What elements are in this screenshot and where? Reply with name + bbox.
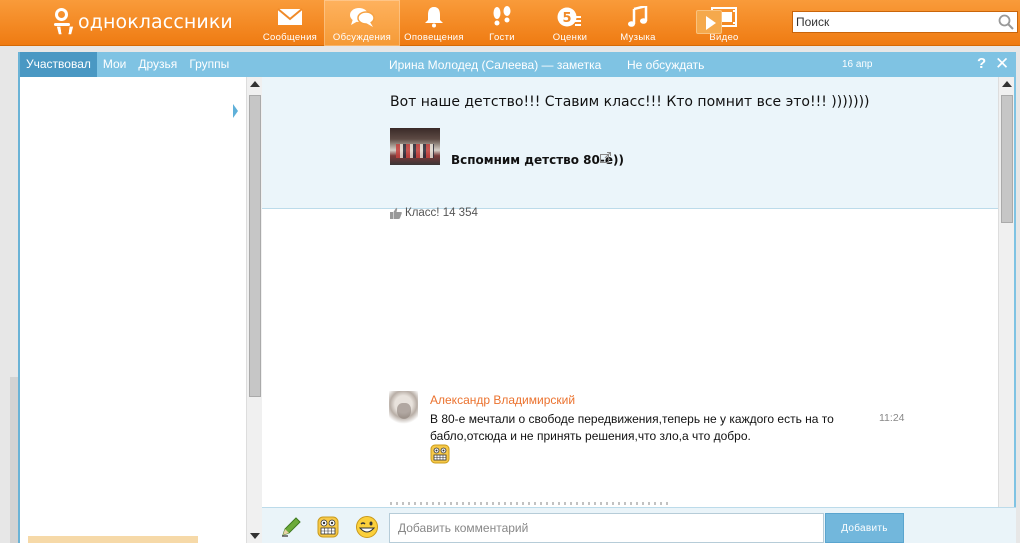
post-text: Вот наше детство!!! Ставим класс!!! Кто … <box>390 94 870 110</box>
discussion-panel: Ирина Молодед (Салеева) — заметка Не обс… <box>262 52 1016 543</box>
chat-bubbles-icon <box>349 6 375 28</box>
topic-post: Вот наше детство!!! Ставим класс!!! Кто … <box>262 77 998 219</box>
discussion-date: 16 апр <box>842 59 873 70</box>
tab-groups[interactable]: Группы <box>183 52 235 77</box>
help-icon[interactable]: ? <box>977 55 986 72</box>
nav-label: Сообщения <box>262 32 318 43</box>
ratings-icon: 5 <box>557 6 583 28</box>
nav-label: Гости <box>489 32 515 43</box>
envelope-icon <box>277 6 303 28</box>
footprints-icon <box>489 6 515 28</box>
nav-messages[interactable]: Сообщения <box>256 0 324 46</box>
nav-guests[interactable]: Гости <box>468 0 536 46</box>
pencil-tool[interactable] <box>278 514 304 540</box>
pencil-icon <box>282 517 301 537</box>
search-box <box>792 11 1018 33</box>
nav-music[interactable]: Музыка <box>604 0 672 46</box>
discussion-scrollbar[interactable] <box>998 77 1014 532</box>
main-nav: Сообщения Обсуждения Оповещения Гости 5 … <box>256 0 758 46</box>
next-comment-partial <box>390 502 670 505</box>
no-discuss-link[interactable]: Не обсуждать <box>627 58 704 72</box>
svg-text:5: 5 <box>562 11 571 26</box>
nav-label: Оповещения <box>404 32 464 43</box>
selected-item-arrow-icon <box>233 104 238 118</box>
search-icon[interactable] <box>998 14 1014 30</box>
nav-notifications[interactable]: Оповещения <box>400 0 468 46</box>
smiley-picker-button[interactable] <box>315 514 341 540</box>
comment-time: 11:24 <box>879 412 905 424</box>
comment-author[interactable]: Александр Владимирский <box>430 393 575 407</box>
nav-ratings[interactable]: 5 Оценки <box>536 0 604 46</box>
music-note-icon <box>625 4 651 28</box>
discussion-filter-tabs: Участвовал Мои Друзья Группы <box>20 52 262 77</box>
nav-discussions[interactable]: Обсуждения <box>324 0 400 46</box>
nav-label: Обсуждения <box>332 32 392 43</box>
discussion-title[interactable]: Ирина Молодед (Салеева) — заметка <box>389 58 601 72</box>
scroll-up-icon[interactable] <box>1002 81 1012 87</box>
scroll-up-icon[interactable] <box>250 81 260 87</box>
scrollbar-thumb[interactable] <box>1001 95 1013 223</box>
play-icon[interactable] <box>696 10 722 34</box>
tab-friends[interactable]: Друзья <box>132 52 183 77</box>
logo-text: одноклассники <box>78 11 233 33</box>
avatar[interactable] <box>389 391 418 424</box>
scrollbar-thumb[interactable] <box>249 95 261 397</box>
post-thumbnail[interactable] <box>390 128 440 165</box>
scroll-down-icon[interactable] <box>250 533 260 539</box>
discussions-list-panel: Участвовал Мои Друзья Группы <box>18 52 262 543</box>
list-item-partial[interactable] <box>28 536 198 543</box>
left-scrollbar[interactable] <box>246 77 262 543</box>
winking-smiley-icon <box>356 516 378 538</box>
comment-composer: Добавить <box>262 507 1016 543</box>
close-icon[interactable]: ✕ <box>995 54 1009 74</box>
logo[interactable]: одноклассники <box>52 6 233 38</box>
grinning-emoji-icon <box>317 516 339 538</box>
discussion-header: Ирина Молодед (Салеева) — заметка Не обс… <box>262 52 1014 77</box>
grinning-emoji-icon <box>430 444 450 464</box>
search-input[interactable] <box>793 12 989 32</box>
emoji-button[interactable] <box>354 514 380 540</box>
comment-input[interactable] <box>389 513 824 543</box>
ok-logo-icon <box>52 7 72 37</box>
likes-counter[interactable]: Класс! 14 354 <box>390 207 478 219</box>
tab-participated[interactable]: Участвовал <box>20 52 97 77</box>
nav-label: Музыка <box>620 32 656 43</box>
comment-text: В 80-е мечтали о свободе передвижения,те… <box>430 412 834 443</box>
bell-icon <box>421 6 447 28</box>
likes-text: Класс! 14 354 <box>405 207 478 219</box>
tab-mine[interactable]: Мои <box>97 52 133 77</box>
post-link[interactable]: Вспомним детство 80-е)) <box>451 153 624 167</box>
page-edge <box>10 377 18 543</box>
nav-label: Оценки <box>552 32 588 43</box>
top-bar: одноклассники Сообщения Обсуждения Опове… <box>0 0 1020 46</box>
thumbs-up-icon <box>390 207 402 219</box>
add-comment-button[interactable]: Добавить <box>825 513 904 543</box>
external-link-icon[interactable] <box>600 152 611 163</box>
